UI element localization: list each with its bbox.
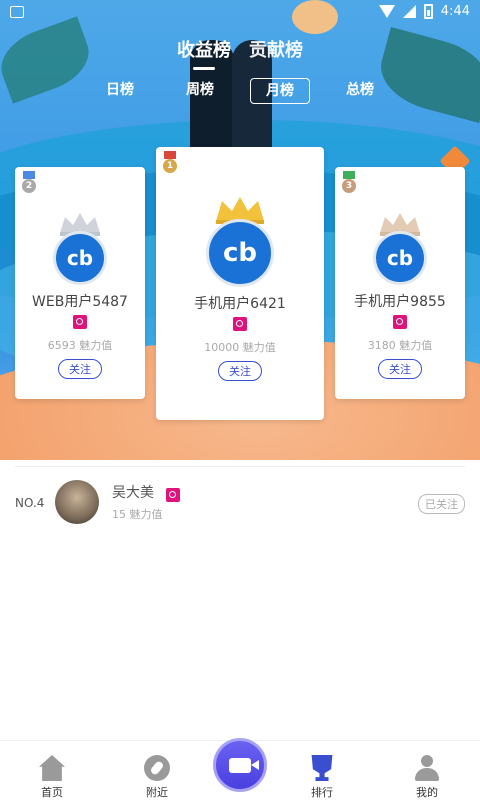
silver-medal-icon: 2 <box>21 171 37 193</box>
list-item[interactable]: NO.4 吴大美 15 魅力值 已关注 <box>0 476 480 530</box>
nav-home[interactable]: 首页 <box>12 755 92 800</box>
charm-value: 15 魅力值 <box>112 508 163 521</box>
person-icon <box>414 755 440 781</box>
nav-mine[interactable]: 我的 <box>387 755 467 800</box>
follow-button[interactable]: 关注 <box>58 359 102 379</box>
avatar[interactable]: cb <box>206 219 274 287</box>
username: 吴大美 <box>112 485 154 501</box>
follow-button[interactable]: 关注 <box>218 361 262 381</box>
follow-button[interactable]: 关注 <box>378 359 422 379</box>
avatar[interactable]: cb <box>373 231 427 285</box>
rank-number: NO.4 <box>15 496 45 510</box>
username: 手机用户9855 <box>354 294 446 310</box>
divider <box>15 466 465 467</box>
home-icon <box>39 755 65 781</box>
avatar[interactable]: cb <box>53 231 107 285</box>
status-time: 4:44 <box>440 4 470 19</box>
tab-contribution-ranking[interactable]: 贡献榜 <box>249 36 303 70</box>
podium-card-second: 2 cb WEB用户5487 6593 魅力值 关注 <box>15 167 145 399</box>
bronze-medal-icon: 3 <box>341 171 357 193</box>
battery-icon <box>423 4 433 19</box>
charm-value: 10000 魅力值 <box>204 341 276 354</box>
tab-income-ranking[interactable]: 收益榜 <box>177 36 231 70</box>
compass-icon <box>144 755 170 781</box>
tab-daily[interactable]: 日榜 <box>100 78 140 104</box>
nav-nearby[interactable]: 附近 <box>117 755 197 800</box>
image-notification-icon <box>10 6 24 18</box>
video-camera-icon <box>229 757 259 773</box>
level-badge-icon <box>73 315 87 329</box>
level-badge-icon <box>233 317 247 331</box>
level-badge-icon <box>393 315 407 329</box>
ranking-type-tabs: 收益榜 贡献榜 <box>0 36 480 70</box>
username: WEB用户5487 <box>32 294 128 310</box>
charm-value: 6593 魅力值 <box>47 339 113 352</box>
nav-ranking[interactable]: 排行 <box>282 755 362 800</box>
status-bar: 4:44 <box>0 0 480 26</box>
gold-medal-icon: 1 <box>162 151 178 173</box>
tab-monthly[interactable]: 月榜 <box>250 78 310 104</box>
trophy-icon <box>311 755 333 781</box>
level-badge-icon <box>166 488 180 502</box>
tab-weekly[interactable]: 周榜 <box>180 78 220 104</box>
followed-button[interactable]: 已关注 <box>418 494 465 514</box>
podium-card-first: 1 cb 手机用户6421 10000 魅力值 关注 <box>156 147 324 420</box>
tab-all-time[interactable]: 总榜 <box>340 78 380 104</box>
signal-icon <box>402 5 416 18</box>
wifi-icon <box>378 5 395 18</box>
podium-card-third: 3 cb 手机用户9855 3180 魅力值 关注 <box>335 167 465 399</box>
live-camera-button[interactable] <box>213 738 267 792</box>
username: 手机用户6421 <box>194 296 286 312</box>
charm-value: 3180 魅力值 <box>367 339 433 352</box>
avatar[interactable] <box>55 480 99 524</box>
